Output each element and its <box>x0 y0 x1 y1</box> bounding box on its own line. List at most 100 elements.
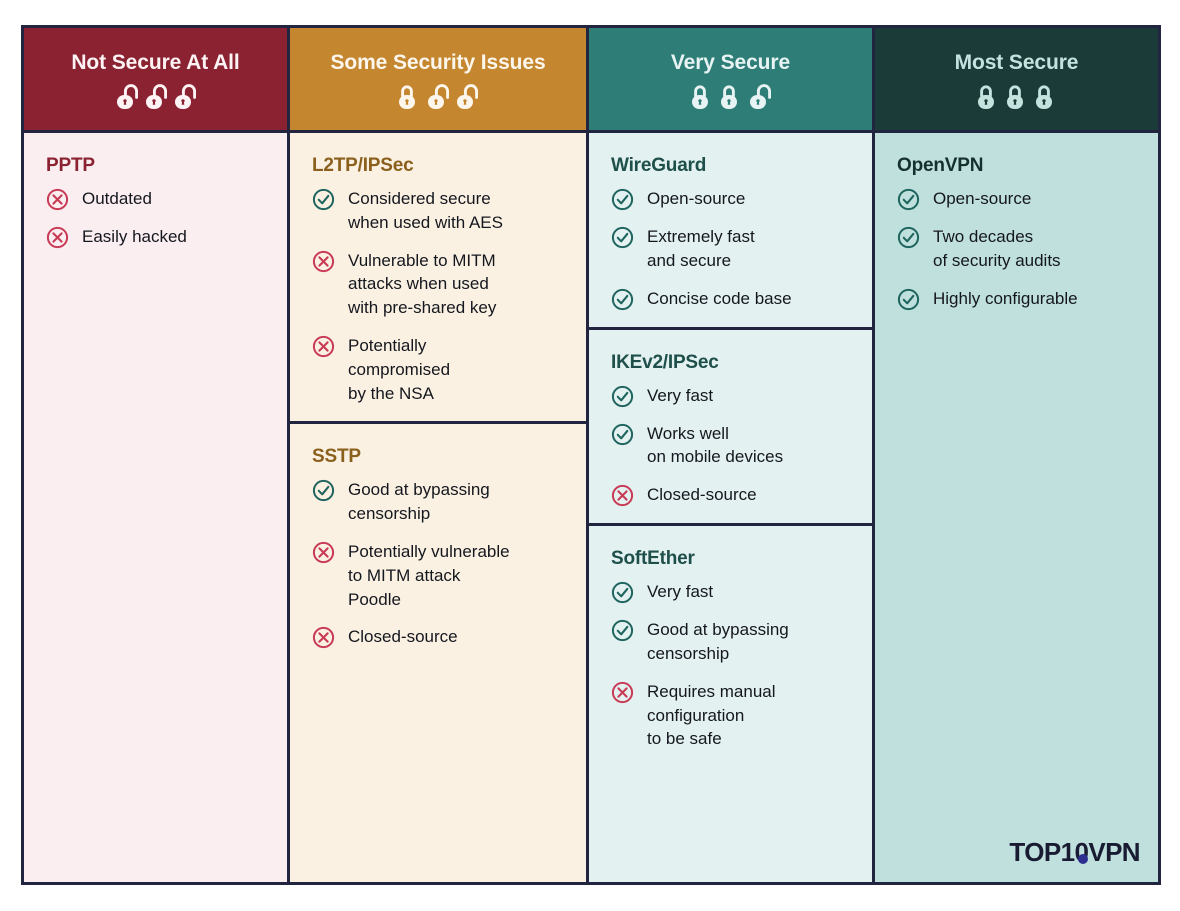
protocol-section: WireGuard Open-source Extremely fast and s… <box>589 133 872 330</box>
list-item-text: Considered secure when used with AES <box>348 189 503 232</box>
list-item-text: Very fast <box>647 582 714 602</box>
cross-icon <box>611 484 634 507</box>
column-header-1: Not Secure At All <box>24 28 287 133</box>
column-4: Most Secure OpenVPN Open-source Two decades… <box>875 28 1158 882</box>
list-item: Very fast <box>611 580 854 604</box>
column-header-title: Some Security Issues <box>330 50 546 74</box>
check-icon <box>611 423 634 446</box>
list-item-text: Two decades of security audits <box>933 227 1061 270</box>
protocol-section: SoftEther Very fast Good at bypassing cens… <box>589 526 872 882</box>
column-header-2: Some Security Issues <box>290 28 586 133</box>
list-item-text: Extremely fast and secure <box>647 227 755 270</box>
check-icon <box>611 619 634 642</box>
lock-open-icon <box>456 82 478 110</box>
lock-open-icon <box>116 82 138 110</box>
list-item: Two decades of security audits <box>897 225 1140 273</box>
list-item-text: Open-source <box>933 189 1032 208</box>
list-item: Works well on mobile devices <box>611 422 854 470</box>
list-item: Potentially compromised by the NSA <box>312 334 568 405</box>
list-item: Open-source <box>611 187 854 211</box>
cross-icon <box>46 188 69 211</box>
protocol-section: SSTP Good at bypassing censorship Potentia… <box>290 424 586 882</box>
lock-closed-icon <box>1006 82 1028 110</box>
list-item-text: Good at bypassing censorship <box>647 620 789 663</box>
lock-closed-icon <box>977 82 999 110</box>
logo-text-prefix: TOP1 <box>1009 837 1075 867</box>
list-item: Open-source <box>897 187 1140 211</box>
column-header-title: Most Secure <box>954 50 1079 74</box>
list-item-text: Vulnerable to MITM attacks when used wit… <box>348 250 497 318</box>
list-item-text: Highly configurable <box>933 288 1078 308</box>
column-body-1: PPTP Outdated Easily hacked <box>24 133 287 882</box>
protocol-title: WireGuard <box>611 155 707 176</box>
protocol-section: OpenVPN Open-source Two decades of securit… <box>875 133 1158 837</box>
list-item-text: Very fast <box>647 385 714 405</box>
protocol-feature-list: Open-source Extremely fast and secure Conc… <box>611 187 854 311</box>
cross-icon <box>46 226 69 249</box>
lock-closed-icon <box>1035 82 1057 110</box>
list-item: Outdated <box>46 187 269 211</box>
cross-icon <box>611 681 634 704</box>
check-icon <box>611 226 634 249</box>
check-icon <box>611 385 634 408</box>
column-2: Some Security Issues L2TP/IPSec Considered… <box>290 28 589 882</box>
list-item: Closed-source <box>312 625 568 649</box>
column-body-3: WireGuard Open-source Extremely fast and s… <box>589 133 872 882</box>
check-icon <box>897 226 920 249</box>
column-header-title: Very Secure <box>670 50 791 74</box>
protocol-feature-list: Outdated Easily hacked <box>46 187 269 249</box>
cross-icon <box>312 335 335 358</box>
check-icon <box>897 288 920 311</box>
list-item: Extremely fast and secure <box>611 225 854 273</box>
list-item-text: Requires manual configuration to be safe <box>647 681 776 749</box>
protocol-section: L2TP/IPSec Considered secure when used wi… <box>290 133 586 425</box>
column-3: Very Secure WireGuard Open-source Extremely… <box>589 28 875 882</box>
column-body-2: L2TP/IPSec Considered secure when used wi… <box>290 133 586 882</box>
list-item-text: Open-source <box>647 189 746 208</box>
protocol-section: PPTP Outdated Easily hacked <box>24 133 287 882</box>
check-icon <box>312 188 335 211</box>
protocol-title: L2TP/IPSec <box>312 155 414 176</box>
brand-logo: TOP1 0 VPN <box>875 837 1158 882</box>
protocol-title: SSTP <box>312 446 361 468</box>
protocol-title: SoftEther <box>611 548 695 570</box>
lock-rating <box>398 82 478 110</box>
check-icon <box>897 188 920 211</box>
list-item: Good at bypassing censorship <box>312 478 568 526</box>
list-item: Potentially vulnerable to MITM attack Po… <box>312 540 568 611</box>
list-item: Vulnerable to MITM attacks when used wit… <box>312 249 568 320</box>
list-item-text: Outdated <box>82 189 152 208</box>
protocol-feature-list: Considered secure when used with AES Vuln… <box>312 187 568 405</box>
protocol-feature-list: Open-source Two decades of security audit… <box>897 187 1140 311</box>
lock-open-icon <box>427 82 449 110</box>
check-icon <box>611 288 634 311</box>
protocol-section: IKEv2/IPSec Very fast Works well on mobile… <box>589 330 872 527</box>
list-item-text: Easily hacked <box>82 227 187 246</box>
column-1: Not Secure At All PPTP Outdated Easily hack… <box>24 28 290 882</box>
lock-closed-icon <box>398 82 420 110</box>
logo-text-suffix: VPN <box>1088 837 1140 867</box>
list-item: Highly configurable <box>897 287 1140 311</box>
column-header-4: Most Secure <box>875 28 1158 133</box>
cross-icon <box>312 626 335 649</box>
lock-open-icon <box>174 82 196 110</box>
protocol-feature-list: Very fast Good at bypassing censorship Req… <box>611 580 854 751</box>
column-header-3: Very Secure <box>589 28 872 133</box>
lock-closed-icon <box>691 82 713 110</box>
lock-closed-icon <box>720 82 742 110</box>
vpn-protocol-comparison-chart: Not Secure At All PPTP Outdated Easily hack… <box>21 25 1161 885</box>
list-item-text: Potentially compromised by the NSA <box>348 335 451 403</box>
list-item: Closed-source <box>611 483 854 507</box>
list-item: Good at bypassing censorship <box>611 618 854 666</box>
check-icon <box>312 479 335 502</box>
list-item-text: Potentially vulnerable to MITM attack Po… <box>348 541 510 609</box>
lock-rating <box>691 82 771 110</box>
cross-icon <box>312 250 335 273</box>
list-item-text: Concise code base <box>647 288 792 308</box>
list-item-text: Works well on mobile devices <box>647 423 784 467</box>
list-item: Easily hacked <box>46 225 269 249</box>
check-icon <box>611 581 634 604</box>
lock-rating <box>977 82 1057 110</box>
check-icon <box>611 188 634 211</box>
lock-open-icon <box>145 82 167 110</box>
